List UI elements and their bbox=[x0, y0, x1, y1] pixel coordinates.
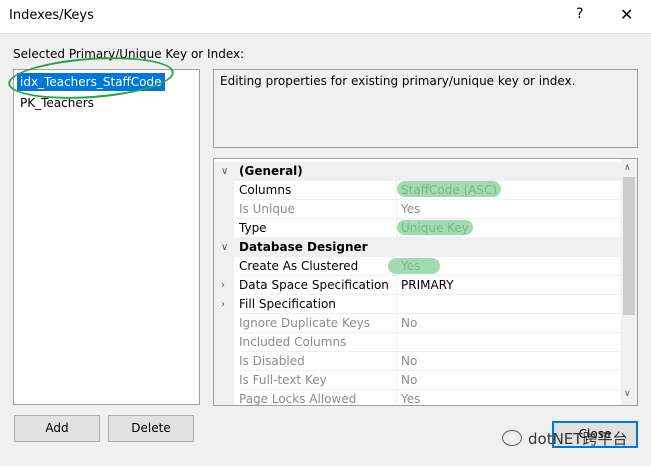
property-row-is-full-text-key[interactable]: Is Full-text Key No bbox=[214, 371, 621, 390]
row-gutter bbox=[214, 371, 234, 390]
help-icon[interactable]: ? bbox=[576, 6, 583, 22]
property-row-type[interactable]: Type Unique Key bbox=[214, 219, 621, 238]
property-name: (General) bbox=[239, 164, 303, 178]
collapse-chevron-icon[interactable]: ∨ bbox=[221, 238, 228, 257]
property-row-ignore-duplicate-keys[interactable]: Ignore Duplicate Keys No bbox=[214, 314, 621, 333]
property-row-data-space-specification[interactable]: › Data Space Specification PRIMARY bbox=[214, 276, 621, 295]
key-list-label: Selected Primary/Unique Key or Index: bbox=[13, 47, 245, 61]
wechat-icon bbox=[502, 430, 522, 446]
property-name: Columns bbox=[239, 181, 396, 200]
property-row-is-unique[interactable]: Is Unique Yes bbox=[214, 200, 621, 219]
property-value[interactable]: PRIMARY bbox=[396, 276, 621, 295]
category-row-database-designer[interactable]: ∨ Database Designer bbox=[214, 238, 621, 257]
add-button[interactable]: Add bbox=[14, 415, 100, 442]
property-row-columns[interactable]: Columns StaffCode (ASC) bbox=[214, 181, 621, 200]
row-gutter bbox=[214, 390, 234, 405]
row-gutter bbox=[214, 200, 234, 219]
property-name: Database Designer bbox=[239, 240, 368, 254]
row-gutter bbox=[214, 257, 234, 276]
key-list-item-pk-teachers[interactable]: PK_Teachers bbox=[17, 94, 97, 112]
property-row-create-as-clustered[interactable]: Create As Clustered Yes bbox=[214, 257, 621, 276]
property-row-included-columns[interactable]: Included Columns bbox=[214, 333, 621, 352]
property-value[interactable]: Unique Key bbox=[396, 219, 621, 238]
expand-chevron-icon[interactable]: › bbox=[221, 295, 225, 314]
collapse-chevron-icon[interactable]: ∨ bbox=[221, 162, 228, 181]
property-value[interactable]: Yes bbox=[396, 257, 621, 276]
property-name: Is Full-text Key bbox=[239, 371, 396, 390]
property-value[interactable]: No bbox=[396, 314, 621, 333]
property-grid[interactable]: Page Locks Allowed Yes Is Full-text Key No I… bbox=[213, 158, 638, 406]
watermark-text: dotNET跨平台 bbox=[528, 430, 628, 448]
property-value[interactable]: Yes bbox=[396, 390, 621, 405]
property-value[interactable]: Yes bbox=[396, 200, 621, 219]
property-value[interactable]: StaffCode (ASC) bbox=[396, 181, 621, 200]
close-icon[interactable]: ✕ bbox=[620, 5, 633, 24]
key-list[interactable]: idx_Teachers_StaffCode PK_Teachers bbox=[13, 69, 200, 405]
scrollbar-thumb[interactable] bbox=[623, 177, 635, 315]
delete-button[interactable]: Delete bbox=[108, 415, 194, 442]
property-name: Included Columns bbox=[239, 333, 396, 352]
expand-chevron-icon[interactable]: › bbox=[221, 276, 225, 295]
scroll-down-icon[interactable]: ∨ bbox=[624, 389, 631, 399]
property-name: Data Space Specification bbox=[239, 276, 396, 295]
property-row-is-disabled[interactable]: Is Disabled No bbox=[214, 352, 621, 371]
row-gutter bbox=[214, 181, 234, 200]
property-name: Fill Specification bbox=[239, 295, 396, 314]
property-value[interactable]: No bbox=[396, 371, 621, 390]
title-bar: Indexes/Keys ? ✕ bbox=[0, 0, 651, 34]
property-row-page-locks-allowed[interactable]: Page Locks Allowed Yes bbox=[214, 390, 621, 405]
row-gutter bbox=[214, 219, 234, 238]
property-value[interactable] bbox=[396, 295, 621, 314]
key-list-item-idx-teachers-staffcode[interactable]: idx_Teachers_StaffCode bbox=[17, 73, 165, 91]
row-gutter bbox=[214, 314, 234, 333]
property-name: Page Locks Allowed bbox=[239, 390, 396, 405]
watermark: dotNET跨平台 bbox=[502, 428, 627, 449]
property-grid-rows: Page Locks Allowed Yes Is Full-text Key No I… bbox=[214, 159, 621, 405]
property-name: Type bbox=[239, 219, 396, 238]
property-name: Ignore Duplicate Keys bbox=[239, 314, 396, 333]
property-name: Is Disabled bbox=[239, 352, 396, 371]
window-title: Indexes/Keys bbox=[9, 8, 94, 23]
property-value[interactable]: No bbox=[396, 352, 621, 371]
scroll-up-icon[interactable]: ∧ bbox=[624, 163, 631, 173]
description-box: Editing properties for existing primary/… bbox=[213, 69, 638, 148]
property-grid-scrollbar[interactable]: ∧ ∨ bbox=[621, 159, 637, 405]
property-name: Is Unique bbox=[239, 200, 396, 219]
property-row-fill-specification[interactable]: › Fill Specification bbox=[214, 295, 621, 314]
property-name: Create As Clustered bbox=[239, 257, 396, 276]
property-value[interactable] bbox=[396, 333, 621, 352]
row-gutter bbox=[214, 333, 234, 352]
category-row-general[interactable]: ∨ (General) bbox=[214, 162, 621, 181]
row-gutter bbox=[214, 352, 234, 371]
